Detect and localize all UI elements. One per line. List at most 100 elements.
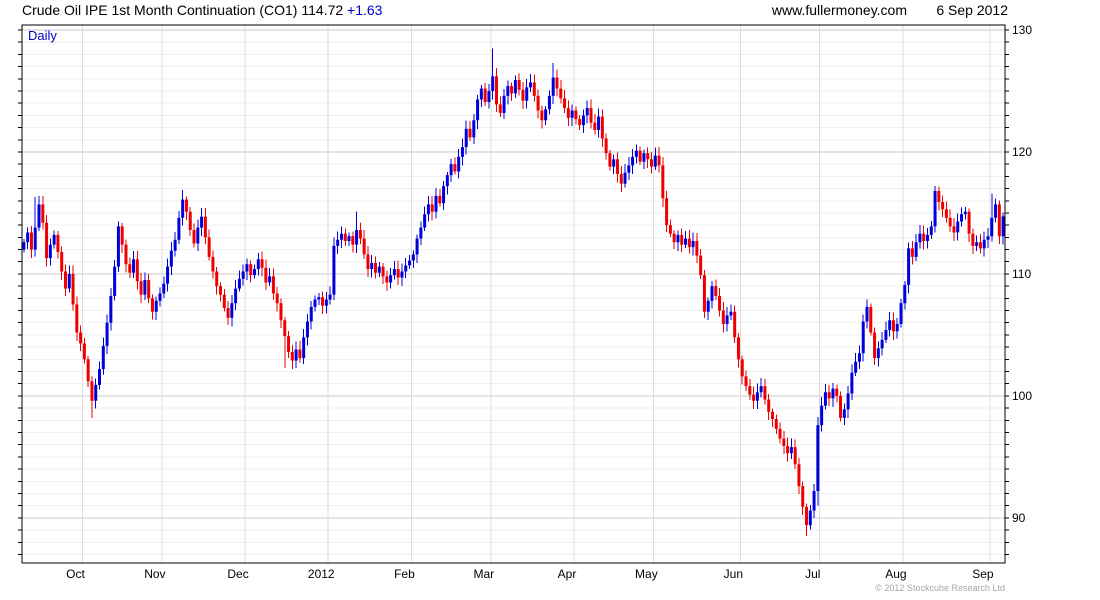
candle-body bbox=[808, 510, 812, 526]
candle-body bbox=[218, 286, 222, 295]
candle-body bbox=[60, 251, 64, 272]
candle-body bbox=[105, 322, 109, 346]
candle-body bbox=[835, 388, 839, 396]
candle-body bbox=[831, 388, 835, 399]
candle-body bbox=[343, 233, 347, 242]
candle-body bbox=[139, 281, 143, 295]
candle-body bbox=[699, 255, 703, 276]
candle-body bbox=[793, 447, 797, 465]
candle-body bbox=[570, 110, 574, 118]
candle-body bbox=[925, 234, 929, 242]
candle-body bbox=[200, 216, 204, 228]
candle-body bbox=[774, 419, 778, 429]
y-axis-label: 110 bbox=[1012, 267, 1031, 281]
candle-body bbox=[937, 190, 941, 202]
candle-body bbox=[865, 306, 869, 322]
candle-body bbox=[211, 256, 215, 272]
plot-border bbox=[21, 24, 1006, 564]
candle-body bbox=[52, 234, 56, 245]
candle-body bbox=[150, 298, 154, 312]
candle-body bbox=[653, 155, 657, 167]
candle-body bbox=[22, 242, 26, 250]
candle-body bbox=[593, 122, 597, 131]
candle-body bbox=[124, 244, 128, 265]
candle-body bbox=[494, 76, 498, 105]
candle-body bbox=[805, 506, 809, 526]
candle-body bbox=[181, 199, 185, 218]
x-axis-label: 2012 bbox=[308, 567, 335, 581]
candle-body bbox=[585, 108, 589, 116]
candle-body bbox=[298, 349, 302, 359]
candle-body bbox=[45, 222, 49, 259]
candle-body bbox=[748, 386, 752, 395]
candle-body bbox=[729, 311, 733, 316]
y-axis-label: 130 bbox=[1012, 23, 1032, 37]
candle-body bbox=[169, 250, 173, 267]
candle-body bbox=[237, 278, 241, 289]
candle-body bbox=[275, 293, 279, 304]
candle-body bbox=[453, 164, 457, 172]
candle-body bbox=[434, 195, 438, 212]
candle-body bbox=[544, 109, 548, 121]
candle-body bbox=[555, 77, 559, 89]
candle-body bbox=[971, 233, 975, 246]
candle-body bbox=[109, 295, 113, 323]
candle-body bbox=[646, 153, 650, 160]
candle-body bbox=[869, 306, 873, 333]
candle-body bbox=[820, 405, 824, 426]
candle-body bbox=[404, 265, 408, 272]
candle-body bbox=[574, 110, 578, 120]
candle-body bbox=[994, 204, 998, 218]
candle-body bbox=[910, 248, 914, 257]
candle-body bbox=[873, 332, 877, 359]
candle-body bbox=[506, 86, 510, 96]
candle-body bbox=[510, 86, 514, 94]
candle-body bbox=[846, 393, 850, 410]
candle-body bbox=[532, 82, 536, 96]
candle-body bbox=[71, 273, 75, 305]
candle-body bbox=[230, 303, 234, 318]
candle-body bbox=[234, 288, 238, 304]
candle-body bbox=[26, 232, 30, 243]
candle-body bbox=[857, 353, 861, 362]
candle-body bbox=[29, 232, 33, 250]
x-axis-label: Jul bbox=[805, 567, 820, 581]
candle-body bbox=[680, 234, 684, 245]
candle-body bbox=[589, 108, 593, 123]
candle-body bbox=[324, 299, 328, 306]
candle-body bbox=[982, 239, 986, 249]
candle-body bbox=[521, 89, 525, 101]
x-axis-label: May bbox=[635, 567, 658, 581]
candle-body bbox=[302, 337, 306, 359]
candle-body bbox=[192, 230, 196, 244]
candle-body bbox=[460, 147, 464, 157]
candle-body bbox=[952, 226, 956, 233]
candle-body bbox=[476, 99, 480, 121]
candle-body bbox=[419, 227, 423, 239]
candle-body bbox=[736, 337, 740, 360]
candle-body bbox=[321, 297, 325, 306]
x-axis-label: Feb bbox=[394, 567, 415, 581]
candle-body bbox=[695, 241, 699, 256]
candle-body bbox=[702, 275, 706, 312]
candle-body bbox=[48, 244, 52, 259]
candle-body bbox=[442, 186, 446, 204]
candle-body bbox=[332, 245, 336, 295]
candle-body bbox=[634, 150, 638, 157]
candle-body bbox=[975, 242, 979, 246]
candle-body bbox=[101, 345, 105, 370]
candle-body bbox=[347, 236, 351, 242]
candle-body bbox=[956, 221, 960, 233]
candle-body bbox=[377, 266, 381, 273]
candle-body bbox=[313, 299, 317, 307]
candle-body bbox=[445, 175, 449, 187]
candle-body bbox=[755, 392, 759, 401]
candle-body bbox=[517, 80, 521, 90]
timeframe-label: Daily bbox=[28, 28, 57, 43]
candle-body bbox=[714, 286, 718, 296]
candle-body bbox=[147, 280, 151, 299]
y-axis-label: 100 bbox=[1012, 389, 1032, 403]
candle-body bbox=[79, 332, 83, 344]
candle-body bbox=[154, 300, 158, 312]
candle-body bbox=[328, 294, 332, 300]
